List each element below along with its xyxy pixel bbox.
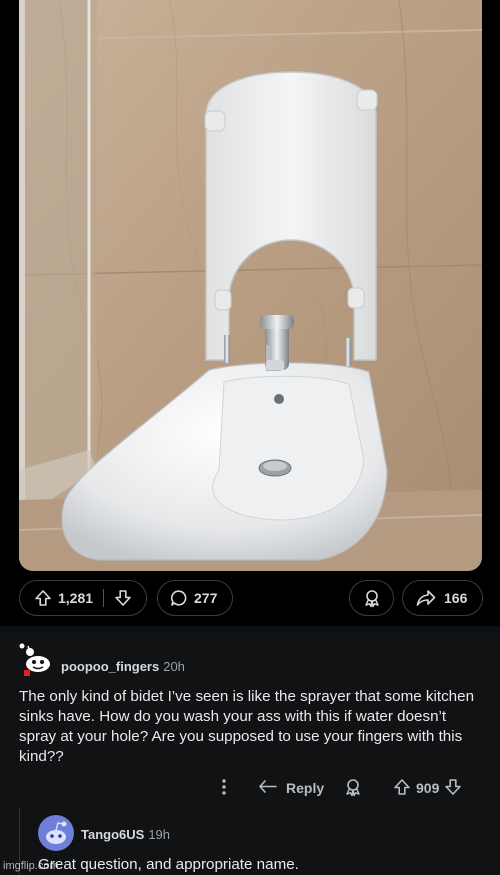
reply-button[interactable]: Reply	[258, 775, 324, 801]
share-arrow-icon	[416, 589, 436, 607]
vertical-ellipsis-icon	[215, 777, 233, 800]
username[interactable]: poopoo_fingers	[61, 659, 159, 674]
username[interactable]: Tango6US	[81, 827, 144, 842]
comment-count: 277	[194, 590, 218, 606]
more-options-button[interactable]	[215, 775, 233, 801]
comment-award-button[interactable]	[343, 775, 363, 801]
comment-body: The only kind of bidet I’ve seen is like…	[19, 688, 475, 765]
vote-pill: 1,281	[19, 580, 147, 616]
bidet-photo	[19, 0, 482, 571]
comment-author[interactable]: poopoo_fingers 20h	[61, 659, 185, 674]
vote-separator	[103, 589, 105, 607]
award-button[interactable]	[349, 580, 394, 616]
watermark: imgflip.com	[3, 860, 59, 872]
comment-action-bar: Reply 909	[0, 775, 500, 801]
downvote-icon[interactable]	[114, 589, 132, 607]
upvote-count: 1,281	[58, 590, 94, 606]
upvote-icon[interactable]	[34, 589, 52, 607]
comment-age: 19h	[148, 827, 171, 842]
reply-label: Reply	[286, 780, 325, 796]
avatar[interactable]	[38, 815, 74, 851]
post-image[interactable]	[19, 0, 482, 571]
award-icon	[362, 588, 382, 608]
reply-arrow-icon	[258, 778, 278, 799]
share-button[interactable]: 166	[402, 580, 483, 616]
section-divider	[0, 626, 500, 638]
comment-score: 909	[416, 780, 440, 796]
upvote-icon[interactable]	[393, 778, 411, 799]
comment-vote: 909	[393, 775, 462, 801]
comments-button[interactable]: 277	[157, 580, 233, 616]
speech-bubble-icon	[170, 589, 188, 607]
award-icon	[343, 777, 363, 800]
downvote-icon[interactable]	[444, 778, 462, 799]
share-count: 166	[444, 590, 468, 606]
comment-author[interactable]: Tango6US 19h	[81, 827, 170, 842]
comment-age: 20h	[163, 659, 185, 674]
post-action-bar: 1,281 277 166	[0, 580, 500, 618]
avatar[interactable]	[18, 642, 54, 678]
comment-body: Great question, and appropriate name.	[38, 856, 299, 873]
